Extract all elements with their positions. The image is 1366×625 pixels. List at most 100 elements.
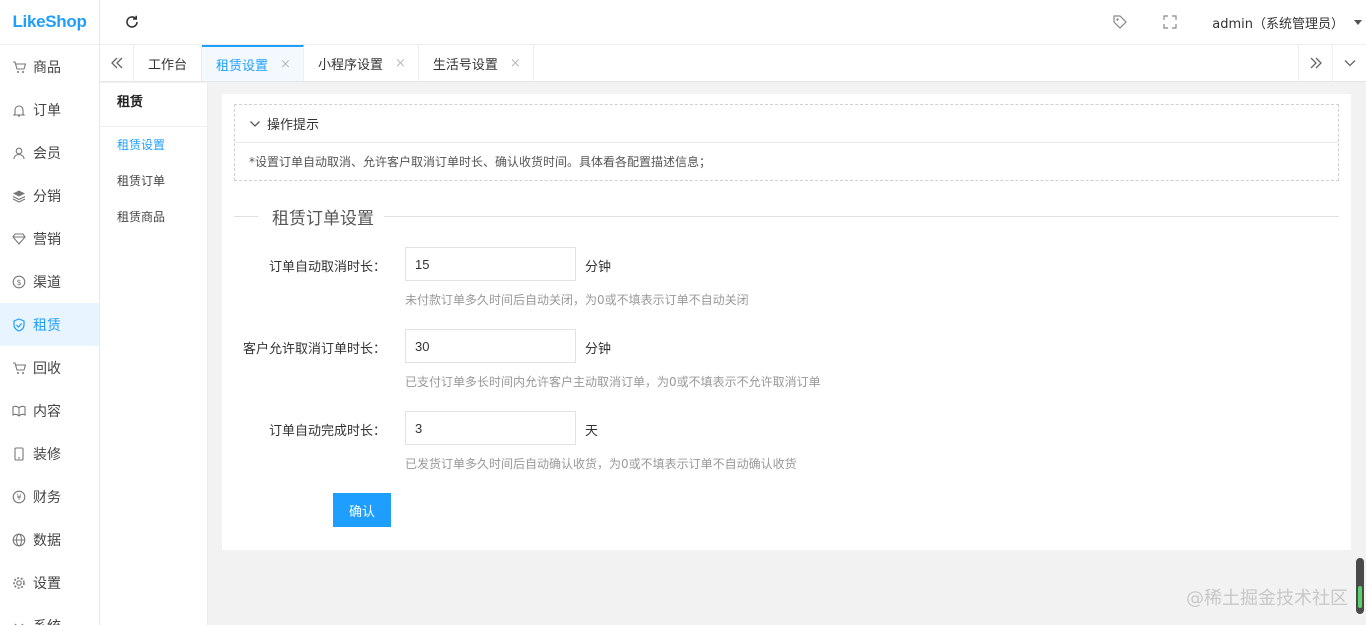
book-icon (12, 404, 26, 418)
settings-panel: 操作提示 *设置订单自动取消、允许客户取消订单时长、确认收货时间。具体看各配置描… (222, 94, 1351, 550)
watermark: @稀土掘金技术社区 (1186, 588, 1348, 609)
cart-icon (12, 361, 26, 375)
sidebar-item[interactable]: 营销 (0, 217, 99, 260)
form-label: 订单自动完成时长： (268, 424, 386, 439)
gear-icon (12, 576, 26, 590)
tab-list: 工作台 租赁设置 × 小程序设置 × 生活号设置 × (134, 45, 534, 81)
svg-text:$: $ (16, 278, 21, 287)
sidebar-item[interactable]: 订单 (0, 88, 99, 131)
tips-header[interactable]: 操作提示 (235, 105, 1338, 143)
close-icon[interactable]: × (395, 56, 406, 71)
form-help-text: 未付款订单多久时间后自动关闭，为0或不填表示订单不自动关闭 (405, 293, 749, 307)
sidebar-item-label: 租赁 (33, 317, 61, 334)
tablet-icon (12, 446, 26, 461)
sidebar-item-label: 回收 (33, 360, 61, 377)
sub-sidebar-list: 租赁设置 租赁订单 租赁商品 (100, 127, 207, 235)
fullscreen-icon[interactable] (1162, 14, 1178, 30)
tab-label: 工作台 (148, 57, 188, 73)
tabs-scroll-right-icon[interactable] (1298, 45, 1332, 81)
sub-sidebar-title: 租赁 (100, 83, 207, 127)
sidebar-item[interactable]: 数据 (0, 518, 99, 561)
form-unit: 分钟 (585, 342, 612, 357)
tabs-scroll-left-icon[interactable] (100, 45, 134, 81)
tips-text: *设置订单自动取消、允许客户取消订单时长、确认收货时间。具体看各配置描述信息； (249, 155, 712, 169)
sidebar-nav: 商品订单会员分销营销 $ 渠道租赁回收内容装修 ¥ 财务数据设置系统 (0, 45, 99, 625)
sidebar-item-label: 财务 (33, 489, 61, 506)
section-header: 租赁订单设置 (234, 206, 1339, 229)
form-input[interactable] (405, 411, 576, 445)
refresh-icon[interactable] (124, 14, 140, 30)
divider (384, 215, 1339, 217)
app-logo[interactable]: LikeShop (0, 0, 99, 45)
sidebar-item-label: 分销 (33, 188, 61, 205)
tab[interactable]: 小程序设置 × (304, 45, 419, 81)
chevron-down-icon (250, 120, 260, 127)
sidebar-item[interactable]: 租赁 (0, 303, 99, 346)
top-bar: admin（系统管理员） (100, 0, 1366, 45)
sidebar-item-label: 设置 (33, 575, 61, 592)
sidebar-item-label: 装修 (33, 446, 61, 463)
globe-icon (12, 533, 26, 547)
sidebar-item[interactable]: 分销 (0, 174, 99, 217)
sidebar-item[interactable]: 商品 (0, 45, 99, 88)
user-menu[interactable]: admin（系统管理员） (1212, 13, 1344, 32)
tab[interactable]: 租赁设置 × (202, 45, 304, 81)
sidebar-item[interactable]: 回收 (0, 346, 99, 389)
divider (234, 215, 258, 217)
sub-sidebar-item[interactable]: 租赁订单 (100, 163, 207, 199)
tab-label: 生活号设置 (432, 57, 498, 73)
form-label: 订单自动取消时长： (268, 260, 386, 275)
sidebar-item-label: 系统 (33, 616, 61, 625)
close-icon[interactable]: × (510, 56, 521, 71)
section-title: 租赁订单设置 (272, 208, 374, 229)
form-unit: 分钟 (585, 260, 612, 275)
sidebar-item-label: 营销 (33, 231, 61, 248)
form-help-text: 已发货订单多久时间后自动确认收货，为0或不填表示订单不自动确认收货 (405, 457, 797, 471)
svg-text:¥: ¥ (16, 493, 21, 502)
sub-sidebar: 租赁 租赁设置 租赁订单 租赁商品 (100, 83, 208, 625)
form-input[interactable] (405, 247, 576, 281)
user-icon (12, 146, 26, 160)
form-help-text: 已支付订单多长时间内允许客户主动取消订单，为0或不填表示不允许取消订单 (405, 375, 821, 389)
sidebar-item-label: 内容 (33, 403, 61, 420)
yen-icon: ¥ (12, 490, 26, 504)
form-unit: 天 (585, 424, 599, 439)
sidebar-item[interactable]: 系统 (0, 604, 99, 625)
sidebar-item[interactable]: ¥ 财务 (0, 475, 99, 518)
sub-sidebar-item[interactable]: 租赁商品 (100, 199, 207, 235)
sidebar-item[interactable]: 会员 (0, 131, 99, 174)
sidebar-item[interactable]: 内容 (0, 389, 99, 432)
cart-icon (12, 60, 26, 74)
scrollbar-indicator (1358, 586, 1362, 608)
sidebar-item[interactable]: 装修 (0, 432, 99, 475)
diamond-icon (12, 232, 26, 246)
sidebar-item-label: 渠道 (33, 274, 61, 291)
tab-label: 租赁设置 (216, 58, 269, 74)
tabs-menu-chevron-down-icon[interactable] (1332, 45, 1366, 81)
sidebar: LikeShop 商品订单会员分销营销 $ 渠道租赁回收内容装修 ¥ 财务数据设置系统 (0, 0, 100, 625)
dollar-circle-icon: $ (12, 275, 26, 289)
sidebar-item[interactable]: $ 渠道 (0, 260, 99, 303)
sidebar-item-label: 数据 (33, 532, 61, 549)
shield-check-icon (12, 317, 26, 332)
tips-title: 操作提示 (267, 118, 320, 133)
tag-icon[interactable] (1112, 14, 1128, 30)
scrollbar[interactable] (1356, 558, 1364, 614)
tips-box: 操作提示 *设置订单自动取消、允许客户取消订单时长、确认收货时间。具体看各配置描… (234, 104, 1339, 181)
tabs-bar: 工作台 租赁设置 × 小程序设置 × 生活号设置 × (100, 45, 1366, 82)
sub-sidebar-item[interactable]: 租赁设置 (100, 127, 207, 163)
chevron-icon (12, 619, 26, 625)
close-icon[interactable]: × (280, 57, 291, 72)
tab[interactable]: 工作台 (134, 45, 203, 81)
form-input[interactable] (405, 329, 576, 363)
confirm-button[interactable]: 确认 (333, 493, 391, 527)
tab[interactable]: 生活号设置 × (419, 45, 534, 81)
tab-label: 小程序设置 (317, 57, 383, 73)
bell-icon (12, 103, 26, 117)
layers-icon (12, 189, 26, 203)
sidebar-item-label: 商品 (33, 59, 61, 76)
sidebar-item-label: 订单 (33, 102, 61, 119)
sidebar-item[interactable]: 设置 (0, 561, 99, 604)
form-label: 客户允许取消订单时长： (242, 342, 386, 357)
caret-down-icon[interactable] (1354, 19, 1362, 25)
